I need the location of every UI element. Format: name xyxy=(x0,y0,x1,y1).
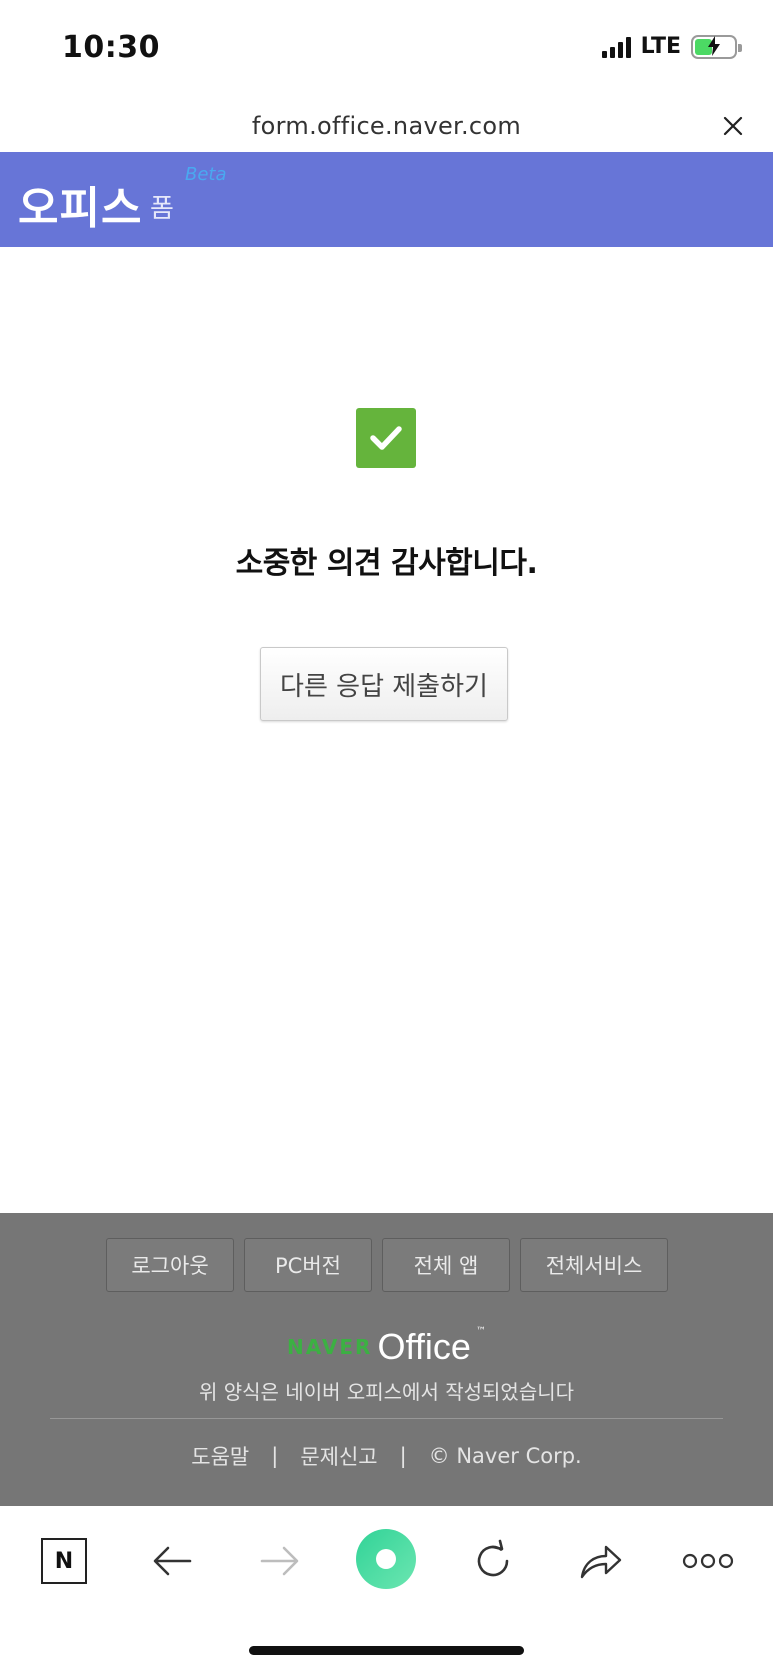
success-check-icon xyxy=(356,408,416,468)
close-icon xyxy=(723,116,743,136)
all-apps-button[interactable]: 전체 앱 xyxy=(382,1238,510,1292)
address-bar[interactable]: form.office.naver.com xyxy=(0,100,773,152)
more-button[interactable] xyxy=(680,1536,736,1586)
more-icon xyxy=(682,1553,734,1569)
home-green-icon xyxy=(356,1529,416,1589)
help-link[interactable]: 도움말 xyxy=(191,1441,249,1471)
logo-tm: ™ xyxy=(475,1326,486,1337)
url-text[interactable]: form.office.naver.com xyxy=(252,112,521,140)
naver-home-button[interactable]: N xyxy=(39,1536,89,1586)
link-separator: | xyxy=(271,1444,279,1468)
logout-button[interactable]: 로그아웃 xyxy=(106,1238,234,1292)
battery-icon xyxy=(691,34,742,59)
all-services-button[interactable]: 전체서비스 xyxy=(520,1238,668,1292)
share-button[interactable] xyxy=(576,1536,626,1586)
footer-links: 도움말 | 문제신고 | © Naver Corp. xyxy=(0,1441,773,1471)
network-type: LTE xyxy=(640,34,681,59)
back-button[interactable] xyxy=(147,1536,197,1586)
footer-buttons: 로그아웃 PC버전 전체 앱 전체서비스 xyxy=(106,1238,668,1292)
copyright-text: © Naver Corp. xyxy=(428,1444,582,1468)
status-bar: 10:30 LTE xyxy=(0,0,773,100)
pc-version-button[interactable]: PC버전 xyxy=(244,1238,372,1292)
refresh-button[interactable] xyxy=(468,1536,518,1586)
signal-icon xyxy=(601,36,631,58)
home-button[interactable] xyxy=(356,1529,416,1589)
status-time: 10:30 xyxy=(62,30,160,65)
brand-form[interactable]: 폼 xyxy=(150,188,174,225)
forward-button[interactable] xyxy=(255,1536,305,1586)
charging-bolt-icon xyxy=(708,35,720,56)
link-separator: | xyxy=(399,1444,407,1468)
logo-naver: NAVER xyxy=(287,1335,373,1359)
report-link[interactable]: 문제신고 xyxy=(300,1441,377,1471)
home-indicator[interactable] xyxy=(249,1646,524,1655)
status-indicators: LTE xyxy=(601,34,742,59)
thanks-message: 소중한 의견 감사합니다. xyxy=(235,546,538,581)
footer-note: 위 양식은 네이버 오피스에서 작성되었습니다 xyxy=(198,1380,575,1404)
naver-n-icon: N xyxy=(41,1538,87,1584)
beta-badge: Beta xyxy=(185,164,227,185)
browser-toolbar: N xyxy=(0,1506,773,1611)
logo-office: Office xyxy=(377,1326,471,1367)
app-header: 오피스 폼 Beta xyxy=(0,152,773,247)
footer: 로그아웃 PC버전 전체 앱 전체서비스 NAVER Office ™ 위 양식… xyxy=(0,1213,773,1506)
resubmit-button[interactable]: 다른 응답 제출하기 xyxy=(260,647,508,721)
forward-arrow-icon xyxy=(260,1546,299,1576)
back-arrow-icon xyxy=(153,1546,192,1576)
footer-divider xyxy=(50,1418,723,1419)
close-button[interactable] xyxy=(719,112,747,140)
brand-office[interactable]: 오피스 xyxy=(18,172,142,236)
naver-office-logo: NAVER Office ™ xyxy=(0,1326,773,1368)
share-icon xyxy=(580,1545,622,1579)
refresh-icon xyxy=(477,1539,509,1577)
